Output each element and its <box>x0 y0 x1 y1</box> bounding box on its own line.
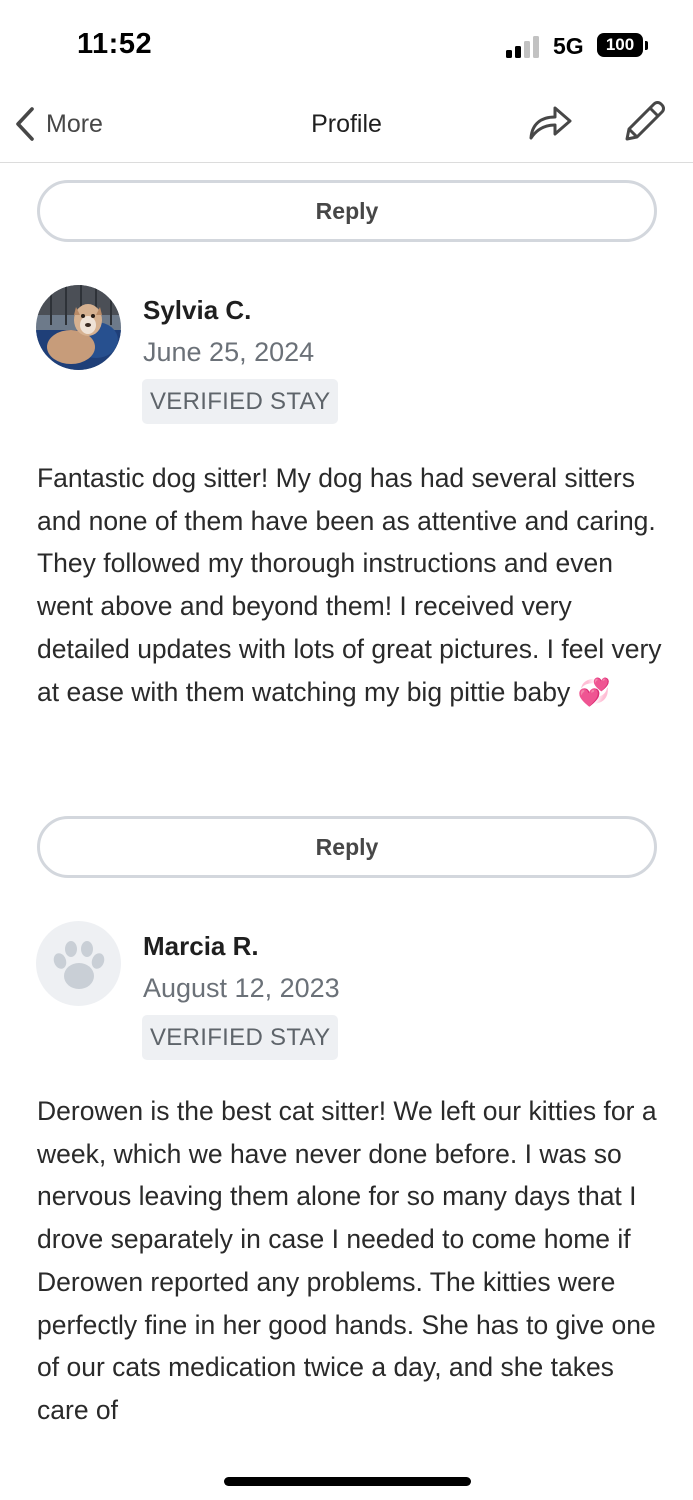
verified-stay-badge: VERIFIED STAY <box>142 379 339 424</box>
nav-bar: More Profile <box>0 90 693 163</box>
paw-icon <box>53 941 105 989</box>
home-indicator[interactable] <box>224 1477 471 1486</box>
avatar <box>36 285 121 370</box>
edit-pencil-icon <box>625 101 665 141</box>
battery-icon: 100 <box>597 33 643 57</box>
reviewer-name: Marcia R. <box>143 931 259 961</box>
dog-photo-avatar <box>36 285 121 370</box>
review-date: June 25, 2024 <box>143 337 315 367</box>
review-text: Derowen is the best cat sitter! We left … <box>37 1096 657 1425</box>
reply-label: Reply <box>315 197 379 224</box>
review-date: August 12, 2023 <box>143 973 340 1003</box>
edit-button[interactable] <box>620 98 668 146</box>
review-text: Fantastic dog sitter! My dog has had sev… <box>37 463 662 707</box>
reply-label: Reply <box>315 833 379 860</box>
share-button[interactable] <box>526 100 574 144</box>
reply-button[interactable]: Reply <box>37 180 657 242</box>
network-type: 5G <box>553 33 584 59</box>
avatar <box>36 921 121 1006</box>
battery-tip <box>645 41 648 50</box>
share-icon <box>529 106 572 140</box>
page-title: Profile <box>311 110 382 138</box>
reply-button[interactable]: Reply <box>37 816 657 878</box>
reviewer-name: Sylvia C. <box>143 295 252 325</box>
status-bar: 11:52 5G 100 <box>0 0 693 90</box>
status-time: 11:52 <box>77 28 153 60</box>
cellular-signal-icon <box>506 36 542 58</box>
verified-stay-badge: VERIFIED STAY <box>142 1015 339 1060</box>
